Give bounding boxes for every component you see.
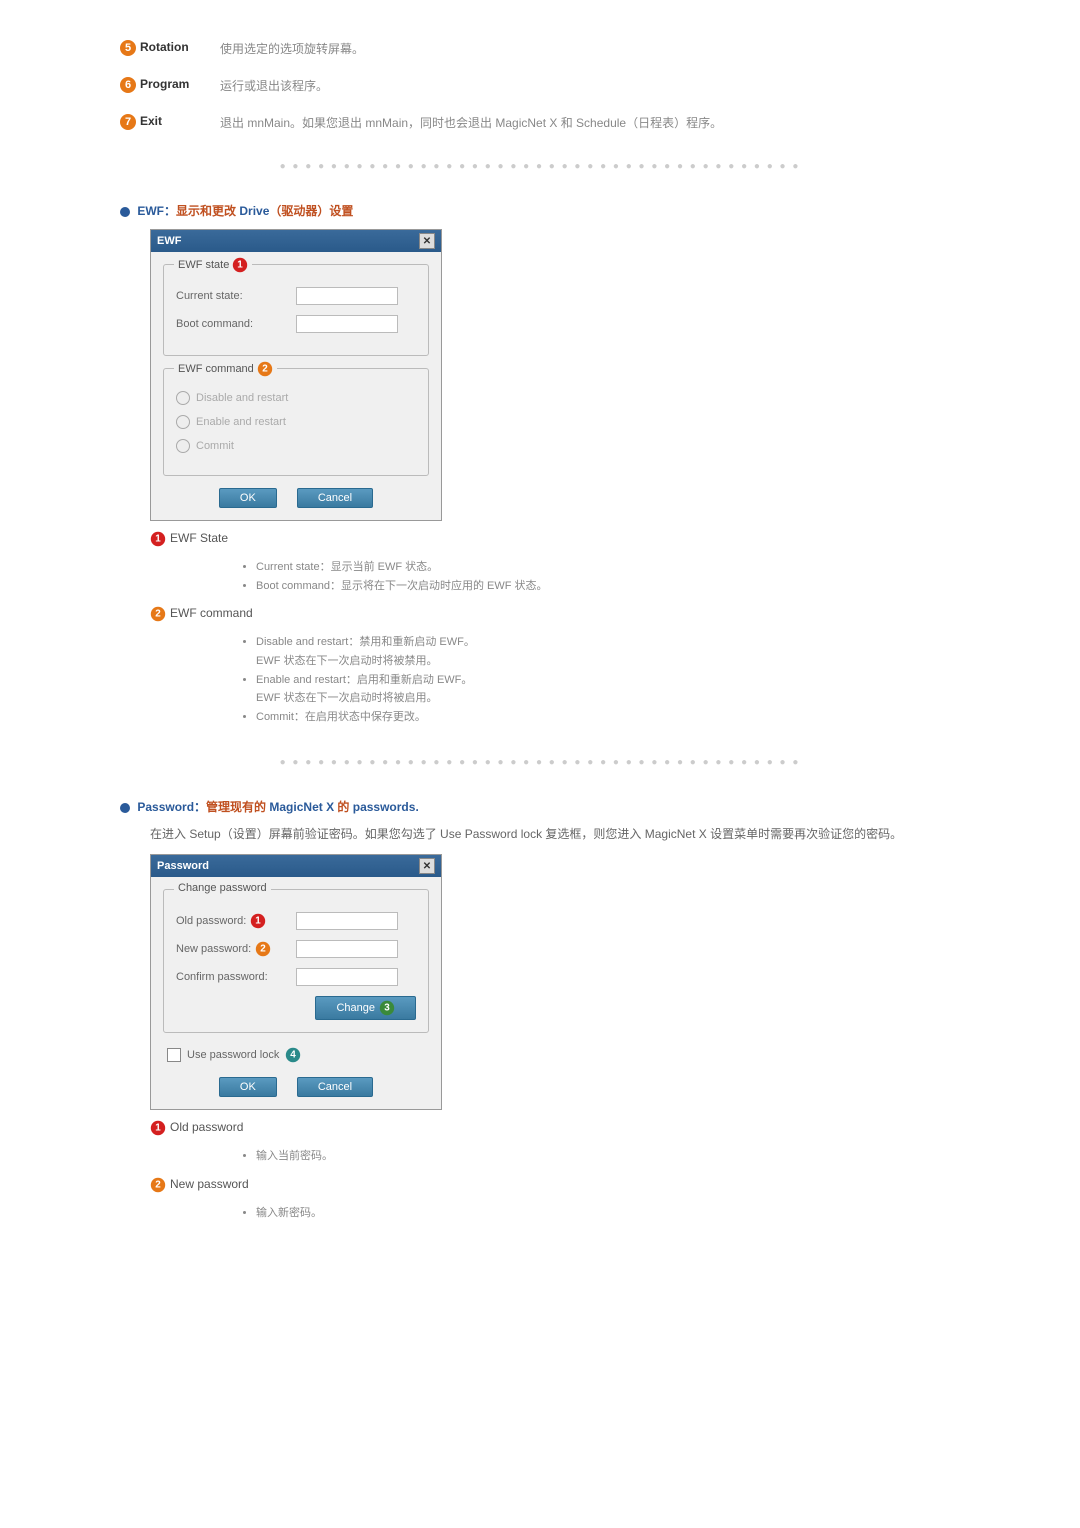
use-password-lock-label: Use password lock	[187, 1049, 279, 1061]
ewf-dialog: EWF ✕ EWF state 1 Current state: Boot co…	[150, 229, 442, 521]
badge-1: 1	[151, 1121, 165, 1135]
radio-commit[interactable]: Commit	[176, 439, 416, 453]
list-item: Commit：在启用状态中保存更改。	[256, 708, 960, 727]
checkbox-icon	[167, 1048, 181, 1062]
password-dialog: Password ✕ Change password Old password:…	[150, 854, 442, 1110]
program-item: 6 Program 运行或退出该程序。	[120, 77, 960, 94]
rotation-label: Rotation	[140, 40, 210, 54]
password-desc: 在进入 Setup（设置）屏幕前验证密码。如果您勾选了 Use Password…	[150, 825, 960, 844]
change-button[interactable]: Change 3	[315, 996, 416, 1020]
ewf-heading-prefix: EWF：	[137, 204, 176, 218]
rotation-desc: 使用选定的选项旋转屏幕。	[220, 40, 364, 57]
badge-5: 5	[120, 40, 136, 56]
password-dialog-title: Password	[157, 860, 209, 872]
list-item: Boot command：显示将在下一次启动时应用的 EWF 状态。	[256, 577, 960, 596]
boot-command-label: Boot command:	[176, 318, 286, 330]
ewf-heading-drive: Drive	[239, 204, 269, 218]
badge-4: 4	[286, 1048, 300, 1062]
exit-item: 7 Exit 退出 mnMain。如果您退出 mnMain，同时也会退出 Mag…	[120, 114, 960, 131]
change-password-fieldset: Change password Old password: 1 New pass…	[163, 889, 429, 1033]
bullet-icon	[120, 803, 130, 813]
ok-button[interactable]: OK	[219, 488, 277, 508]
new-password-input[interactable]	[296, 940, 398, 958]
ewf-state-fieldset: EWF state 1 Current state: Boot command:	[163, 264, 429, 356]
badge-7: 7	[120, 114, 136, 130]
current-state-label: Current state:	[176, 290, 286, 302]
list-item: Disable and restart：禁用和重新启动 EWF。EWF 状态在下…	[256, 633, 960, 670]
pw-heading-magicnet: MagicNet X	[269, 800, 334, 814]
badge-1: 1	[233, 258, 247, 272]
bullet-icon	[120, 207, 130, 217]
current-state-input[interactable]	[296, 287, 398, 305]
badge-1: 1	[251, 914, 265, 928]
confirm-password-input[interactable]	[296, 968, 398, 986]
pw-heading-mid: 管理现有的	[206, 800, 269, 814]
exit-label: Exit	[140, 114, 210, 128]
badge-2: 2	[256, 942, 270, 956]
list-item: 输入新密码。	[256, 1204, 960, 1223]
pw-heading-prefix: Password：	[137, 800, 206, 814]
new-password-label: New password:	[176, 943, 251, 955]
exit-desc: 退出 mnMain。如果您退出 mnMain，同时也会退出 MagicNet X…	[220, 114, 722, 131]
divider: ● ● ● ● ● ● ● ● ● ● ● ● ● ● ● ● ● ● ● ● …	[120, 757, 960, 768]
close-icon[interactable]: ✕	[419, 233, 435, 249]
radio-icon	[176, 439, 190, 453]
badge-3: 3	[380, 1001, 394, 1015]
ewf-command-fieldset: EWF command 2 Disable and restart Enable…	[163, 368, 429, 476]
ewf-dialog-titlebar: EWF ✕	[151, 230, 441, 252]
ewf-heading-mid: 显示和更改	[176, 204, 239, 218]
boot-command-input[interactable]	[296, 315, 398, 333]
program-label: Program	[140, 77, 210, 91]
radio-icon	[176, 415, 190, 429]
close-icon[interactable]: ✕	[419, 858, 435, 874]
badge-1: 1	[151, 532, 165, 546]
password-dialog-titlebar: Password ✕	[151, 855, 441, 877]
old-password-input[interactable]	[296, 912, 398, 930]
cancel-button[interactable]: Cancel	[297, 488, 373, 508]
list-item: Enable and restart：启用和重新启动 EWF。EWF 状态在下一…	[256, 671, 960, 708]
use-password-lock-row[interactable]: Use password lock 4	[167, 1047, 425, 1063]
ewf-state-legend: EWF state	[178, 259, 229, 271]
badge-6: 6	[120, 77, 136, 93]
badge-2: 2	[258, 362, 272, 376]
radio-enable[interactable]: Enable and restart	[176, 415, 416, 429]
badge-2: 2	[151, 607, 165, 621]
radio-commit-label: Commit	[196, 440, 234, 452]
list-item: Current state：显示当前 EWF 状态。	[256, 558, 960, 577]
old-password-label: Old password:	[176, 915, 246, 927]
radio-disable-label: Disable and restart	[196, 392, 288, 404]
ewf-cmd-explain-title: EWF command	[170, 606, 253, 620]
pw-heading-mid2: 的	[334, 800, 353, 814]
ewf-heading-suffix: （驱动器）设置	[269, 204, 353, 218]
new-password-explain-title: New password	[170, 1177, 249, 1191]
radio-enable-label: Enable and restart	[196, 416, 286, 428]
confirm-password-label: Confirm password:	[176, 971, 286, 983]
program-desc: 运行或退出该程序。	[220, 77, 328, 94]
password-heading: Password：管理现有的 MagicNet X 的 passwords.	[120, 798, 960, 815]
ewf-heading: EWF：显示和更改 Drive（驱动器）设置	[120, 202, 960, 219]
change-password-legend: Change password	[178, 882, 267, 894]
ok-button[interactable]: OK	[219, 1077, 277, 1097]
pw-heading-pw: passwords.	[353, 800, 419, 814]
ewf-command-legend: EWF command	[178, 363, 254, 375]
old-password-explain-title: Old password	[170, 1120, 243, 1134]
list-item: 输入当前密码。	[256, 1147, 960, 1166]
cancel-button[interactable]: Cancel	[297, 1077, 373, 1097]
badge-2: 2	[151, 1177, 165, 1191]
rotation-item: 5 Rotation 使用选定的选项旋转屏幕。	[120, 40, 960, 57]
divider: ● ● ● ● ● ● ● ● ● ● ● ● ● ● ● ● ● ● ● ● …	[120, 161, 960, 172]
radio-icon	[176, 391, 190, 405]
radio-disable[interactable]: Disable and restart	[176, 391, 416, 405]
ewf-state-explain-title: EWF State	[170, 531, 228, 545]
ewf-dialog-title: EWF	[157, 235, 181, 247]
